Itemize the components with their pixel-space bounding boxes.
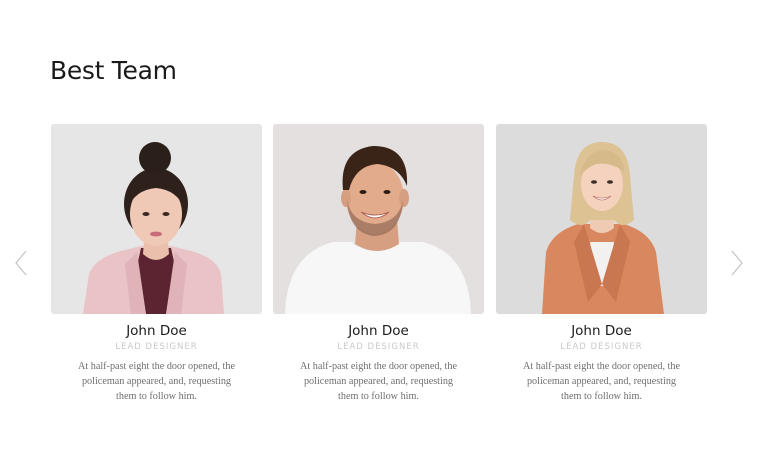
member-bio: At half-past eight the door opened, the … (77, 361, 235, 402)
team-section: Best Team John Doe LEAD DESIGNER At half… (0, 0, 760, 460)
chevron-left-icon (15, 250, 27, 276)
member-name: John Doe (571, 323, 632, 339)
carousel-prev-button[interactable] (14, 250, 28, 276)
member-photo (496, 124, 707, 314)
member-name: John Doe (126, 323, 187, 339)
member-photo (51, 124, 262, 314)
member-role: LEAD DESIGNER (337, 342, 420, 352)
member-photo (273, 124, 484, 314)
chevron-right-icon (731, 250, 743, 276)
section-title: Best Team (50, 56, 177, 85)
member-role: LEAD DESIGNER (560, 342, 643, 352)
team-card: John Doe LEAD DESIGNER At half-past eigh… (496, 124, 707, 404)
member-role: LEAD DESIGNER (115, 342, 198, 352)
team-card: John Doe LEAD DESIGNER At half-past eigh… (51, 124, 262, 404)
member-name: John Doe (348, 323, 409, 339)
member-bio: At half-past eight the door opened, the … (522, 361, 680, 402)
carousel-next-button[interactable] (730, 250, 744, 276)
member-bio: At half-past eight the door opened, the … (299, 361, 457, 402)
team-card: John Doe LEAD DESIGNER At half-past eigh… (273, 124, 484, 404)
team-cards: John Doe LEAD DESIGNER At half-past eigh… (51, 124, 707, 414)
